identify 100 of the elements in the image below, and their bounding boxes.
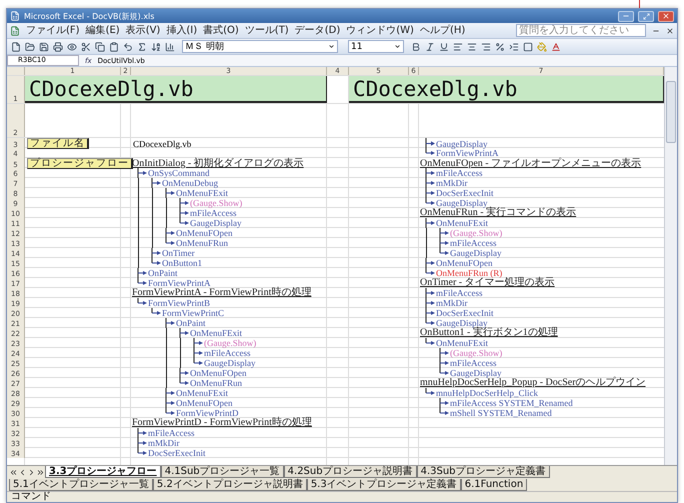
eye-icon[interactable]: [66, 42, 78, 52]
sheet-tab[interactable]: 3.3プロシージャフロー: [45, 466, 161, 478]
leader-line: [639, 0, 640, 8]
procedure-call-text: (Gauge.Show): [449, 228, 502, 238]
procedure-call-text: OnMenuFRun (R): [435, 268, 502, 278]
procedure-call-text: mFileAccess: [449, 358, 496, 368]
procedure-call-text: mShell SYSTEM_Renamed: [449, 408, 552, 418]
copy-icon[interactable]: [94, 42, 106, 52]
tree-connector: [423, 168, 435, 178]
menu-item[interactable]: 表示(V): [126, 24, 160, 36]
procedure-call-text: mFileAccess: [203, 348, 250, 358]
previous-sheet-button[interactable]: [18, 468, 27, 476]
procedure-call-text: GaugeDisplay: [435, 318, 488, 328]
procedure-call-text: OnPaint: [175, 318, 206, 328]
align-left-icon[interactable]: [452, 42, 464, 52]
italic-icon[interactable]: [424, 42, 436, 52]
sheet-tab[interactable]: 4.3Subプロシージャ定義書: [416, 466, 550, 478]
procedure-call-text: OnMenuFOpen: [189, 368, 246, 378]
procedure-heading: OnInitDialog - 初期化ダイアログの表示: [131, 158, 304, 168]
sort-icon[interactable]: [150, 42, 162, 52]
sigma-icon[interactable]: [136, 42, 148, 52]
procedure-call-text: (Gauge.Show): [449, 348, 502, 358]
procedure-call-text: GaugeDisplay: [435, 138, 488, 148]
tree-connector: [163, 408, 175, 418]
close-icon: [666, 26, 674, 34]
double-chevron-left-icon: [9, 468, 18, 476]
menu-item[interactable]: データ(D): [294, 24, 340, 36]
menu-item[interactable]: ヘルプ(H): [420, 24, 466, 36]
tree-connector: [191, 348, 203, 358]
procedure-call-text: OnButton1: [161, 258, 202, 268]
border-icon[interactable]: [522, 42, 534, 52]
procedure-call-text: FormViewPrintC: [161, 308, 224, 318]
tree-connector: [423, 388, 435, 398]
bold-icon[interactable]: [410, 42, 422, 52]
procedure-call-text: OnMenuFExit: [435, 218, 488, 228]
tree-connector: [135, 438, 147, 448]
procedure-call-text: mMkDir: [435, 178, 468, 188]
percent-icon[interactable]: [494, 42, 506, 52]
double-chevron-right-icon: [36, 468, 45, 476]
sheet-tab[interactable]: 6.1Function: [460, 479, 528, 491]
align-right-icon[interactable]: [480, 42, 492, 52]
file-name-text: CDocexeDlg.vb: [132, 138, 192, 148]
tree-connector: [163, 318, 175, 328]
menu-item[interactable]: ファイル(F): [26, 24, 80, 36]
printer-icon[interactable]: [52, 42, 64, 52]
maximize-button[interactable]: [638, 10, 654, 22]
procedure-call-text: mFileAccess: [435, 288, 482, 298]
last-sheet-button[interactable]: [36, 468, 45, 476]
save-icon[interactable]: [38, 42, 50, 52]
scissors-icon[interactable]: [80, 42, 92, 52]
align-center-icon[interactable]: [466, 42, 478, 52]
new-file-icon[interactable]: [10, 42, 22, 52]
procedure-call-text: OnMenuDebug: [161, 178, 218, 188]
tree-connector: [177, 328, 189, 338]
tree-connector: [191, 358, 203, 368]
procedure-heading: OnMenuFRun - 実行コマンドの表示: [419, 208, 576, 218]
help-search-field[interactable]: 質問を入力してください: [516, 24, 646, 37]
clipboard-icon[interactable]: [108, 42, 120, 52]
font-name-dropdown[interactable]: ＭＳ 明朝: [182, 40, 338, 53]
font-color-icon[interactable]: [550, 42, 562, 52]
first-sheet-button[interactable]: [9, 468, 18, 476]
menu-item[interactable]: ツール(T): [244, 24, 289, 36]
sheet-tab[interactable]: 5.1イベントプロシージャ一覧: [9, 479, 153, 491]
tree-connector: [437, 348, 449, 358]
tree-connector: [437, 238, 449, 248]
menu-item[interactable]: 挿入(I): [166, 24, 198, 36]
tree-connector: [437, 408, 449, 418]
open-folder-icon[interactable]: [24, 42, 36, 52]
sheet-tab[interactable]: 4.1Subプロシージャ一覧: [160, 466, 284, 478]
font-size-dropdown[interactable]: 11: [348, 40, 404, 53]
tree-connector: [149, 178, 161, 188]
tree-connector: [423, 198, 435, 208]
procedure-heading: OnMenuFOpen - ファイルオープンメニューの表示: [419, 158, 642, 168]
sheet-tab[interactable]: 5.2イベントプロシージャ説明書: [152, 479, 307, 491]
minimize-button[interactable]: [618, 10, 634, 22]
sheet-tab[interactable]: 5.3イベントプロシージャ定義書: [306, 479, 461, 491]
tree-connector: [163, 228, 175, 238]
bar-chart-icon[interactable]: [164, 42, 176, 52]
vertical-scrollbar[interactable]: [664, 67, 677, 465]
menu-item[interactable]: 書式(O): [203, 24, 239, 36]
corner-cell[interactable]: [7, 67, 25, 75]
indent-icon[interactable]: [508, 42, 520, 52]
close-button[interactable]: [666, 26, 674, 34]
procedure-call-text: GaugeDisplay: [449, 368, 502, 378]
tree-connector: [177, 378, 189, 388]
procedure-call-text: OnMenuFOpen: [175, 228, 232, 238]
tree-connector: [135, 278, 147, 288]
menu-item[interactable]: 編集(E): [86, 24, 120, 36]
file-title: CDocexeDlg.vb: [25, 76, 327, 103]
procedure-call-text: mFileAccess: [449, 238, 496, 248]
procedure-call-text: OnMenuFExit: [175, 188, 228, 198]
tree-connector: [177, 198, 189, 208]
next-sheet-button[interactable]: [27, 468, 36, 476]
tree-connector: [135, 428, 147, 438]
menu-item[interactable]: ウィンドウ(W): [346, 24, 414, 36]
procedure-call-text: mMkDir: [435, 298, 468, 308]
undo-icon[interactable]: [122, 42, 134, 52]
underline-icon[interactable]: [438, 42, 450, 52]
sheet-tab[interactable]: 4.2Subプロシージャ説明書: [284, 466, 417, 478]
tree-connector: [423, 288, 435, 298]
